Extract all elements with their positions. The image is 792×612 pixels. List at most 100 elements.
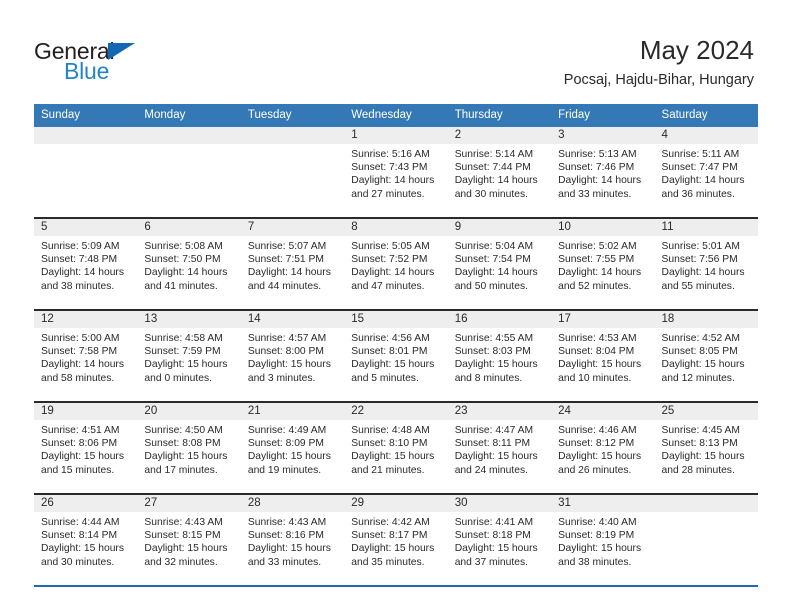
calendar-day-cell[interactable]: 21 Sunrise: 4:49 AM Sunset: 8:09 PM Dayligh… bbox=[240, 402, 345, 495]
calendar-day-cell[interactable]: 5 Sunrise: 5:09 AM Sunset: 7:48 PM Daylight… bbox=[34, 218, 138, 311]
calendar-day-cell[interactable]: 29 Sunrise: 4:42 AM Sunset: 8:17 PM Dayligh… bbox=[344, 494, 448, 587]
day-number: 17 bbox=[551, 311, 655, 328]
day-details: Sunrise: 4:43 AM Sunset: 8:16 PM Daylight:… bbox=[241, 512, 344, 569]
weekday-header-friday: Friday bbox=[551, 104, 655, 127]
daylight-text: Daylight: 15 hours and 38 minutes. bbox=[558, 543, 642, 568]
daylight-text: Daylight: 15 hours and 35 minutes. bbox=[351, 543, 435, 568]
calendar-week-row: 19 Sunrise: 4:51 AM Sunset: 8:06 PM Dayligh… bbox=[34, 402, 758, 495]
day-number: 26 bbox=[34, 495, 138, 512]
daylight-text: Daylight: 15 hours and 30 minutes. bbox=[41, 543, 124, 568]
calendar-day-cell[interactable]: 31 Sunrise: 4:40 AM Sunset: 8:19 PM Dayligh… bbox=[551, 494, 655, 587]
day-details: Sunrise: 4:41 AM Sunset: 8:18 PM Daylight:… bbox=[448, 512, 551, 569]
sunrise-text: Sunrise: 5:16 AM bbox=[351, 149, 430, 160]
calendar-day-cell[interactable]: 3 Sunrise: 5:13 AM Sunset: 7:46 PM Daylight… bbox=[551, 127, 655, 219]
sunset-text: Sunset: 7:51 PM bbox=[247, 254, 324, 266]
sunrise-text: Sunrise: 5:05 AM bbox=[351, 241, 430, 252]
calendar-day-cell[interactable]: 1 Sunrise: 5:16 AM Sunset: 7:43 PM Daylight… bbox=[344, 127, 448, 219]
calendar-day-cell[interactable]: 25 Sunrise: 4:45 AM Sunset: 8:13 PM Dayligh… bbox=[654, 402, 758, 495]
weekday-header-wednesday: Wednesday bbox=[344, 104, 448, 127]
calendar-day-cell[interactable]: 2 Sunrise: 5:14 AM Sunset: 7:44 PM Daylight… bbox=[447, 127, 552, 219]
calendar-day-cell[interactable]: 16 Sunrise: 4:55 AM Sunset: 8:03 PM Dayligh… bbox=[447, 310, 552, 403]
sunrise-text: Sunrise: 4:51 AM bbox=[41, 425, 120, 436]
calendar-day-cell[interactable]: 8 Sunrise: 5:05 AM Sunset: 7:52 PM Daylight… bbox=[344, 218, 448, 311]
calendar-day-cell[interactable]: 6 Sunrise: 5:08 AM Sunset: 7:50 PM Daylight… bbox=[137, 218, 241, 311]
day-number: 25 bbox=[654, 403, 758, 420]
general-blue-logo[interactable]: General Blue bbox=[34, 38, 214, 88]
day-details: Sunrise: 4:51 AM Sunset: 8:06 PM Daylight:… bbox=[34, 420, 137, 477]
day-details: Sunrise: 4:40 AM Sunset: 8:19 PM Daylight:… bbox=[551, 512, 654, 569]
sunrise-text: Sunrise: 4:49 AM bbox=[247, 425, 327, 436]
calendar-day-cell[interactable]: 11 Sunrise: 5:01 AM Sunset: 7:56 PM Dayligh… bbox=[654, 218, 758, 311]
day-number: 16 bbox=[447, 311, 552, 328]
logo-text-blue: Blue bbox=[64, 58, 110, 84]
calendar-day-cell[interactable]: 9 Sunrise: 5:04 AM Sunset: 7:54 PM Daylight… bbox=[447, 218, 552, 311]
sunset-text: Sunset: 8:15 PM bbox=[144, 530, 221, 542]
calendar-day-cell-empty bbox=[654, 494, 758, 587]
day-details: Sunrise: 5:16 AM Sunset: 7:43 PM Daylight:… bbox=[344, 144, 447, 201]
sunrise-text: Sunrise: 4:58 AM bbox=[144, 333, 223, 344]
day-number: 19 bbox=[34, 403, 138, 420]
calendar-day-cell[interactable]: 24 Sunrise: 4:46 AM Sunset: 8:12 PM Dayligh… bbox=[551, 402, 655, 495]
sunrise-text: Sunrise: 5:09 AM bbox=[41, 241, 120, 252]
sunset-text: Sunset: 7:48 PM bbox=[41, 254, 118, 266]
day-details: Sunrise: 5:05 AM Sunset: 7:52 PM Daylight:… bbox=[344, 236, 447, 293]
calendar-week-row: 1 Sunrise: 5:16 AM Sunset: 7:43 PM Daylight… bbox=[34, 127, 758, 219]
sunrise-text: Sunrise: 4:47 AM bbox=[454, 425, 534, 436]
sunset-text: Sunset: 8:19 PM bbox=[558, 530, 635, 542]
page-header: General Blue May 2024 Pocsaj, Hajdu-Biha… bbox=[0, 0, 792, 104]
calendar-day-cell[interactable]: 22 Sunrise: 4:48 AM Sunset: 8:10 PM Dayligh… bbox=[344, 402, 448, 495]
calendar-day-cell[interactable]: 10 Sunrise: 5:02 AM Sunset: 7:55 PM Dayligh… bbox=[551, 218, 655, 311]
calendar-day-cell[interactable]: 19 Sunrise: 4:51 AM Sunset: 8:06 PM Dayligh… bbox=[34, 402, 138, 495]
day-details: Sunrise: 5:07 AM Sunset: 7:51 PM Daylight:… bbox=[241, 236, 344, 293]
calendar-day-cell[interactable]: 28 Sunrise: 4:43 AM Sunset: 8:16 PM Dayligh… bbox=[240, 494, 345, 587]
calendar-day-cell[interactable]: 15 Sunrise: 4:56 AM Sunset: 8:01 PM Dayligh… bbox=[344, 310, 448, 403]
sunset-text: Sunset: 7:59 PM bbox=[144, 346, 221, 358]
weekday-header-thursday: Thursday bbox=[447, 104, 552, 127]
calendar-day-cell[interactable]: 7 Sunrise: 5:07 AM Sunset: 7:51 PM Daylight… bbox=[240, 218, 345, 311]
daylight-text: Daylight: 14 hours and 55 minutes. bbox=[661, 267, 745, 292]
day-details: Sunrise: 4:45 AM Sunset: 8:13 PM Daylight:… bbox=[655, 420, 758, 477]
calendar-day-cell[interactable]: 27 Sunrise: 4:43 AM Sunset: 8:15 PM Dayligh… bbox=[137, 494, 241, 587]
day-details: Sunrise: 4:48 AM Sunset: 8:10 PM Daylight:… bbox=[344, 420, 447, 477]
calendar-day-cell[interactable]: 18 Sunrise: 4:52 AM Sunset: 8:05 PM Dayligh… bbox=[654, 310, 758, 403]
day-details: Sunrise: 4:55 AM Sunset: 8:03 PM Daylight:… bbox=[448, 328, 551, 385]
sunset-text: Sunset: 8:00 PM bbox=[247, 346, 324, 358]
sunset-text: Sunset: 7:50 PM bbox=[144, 254, 221, 266]
sunrise-text: Sunrise: 5:01 AM bbox=[661, 241, 740, 252]
day-details: Sunrise: 4:52 AM Sunset: 8:05 PM Daylight:… bbox=[655, 328, 758, 385]
sunrise-text: Sunrise: 5:04 AM bbox=[454, 241, 534, 252]
day-number: 14 bbox=[240, 311, 345, 328]
day-number: 30 bbox=[447, 495, 552, 512]
day-number: 9 bbox=[447, 219, 552, 236]
day-number: 4 bbox=[654, 127, 758, 144]
weekday-header-sunday: Sunday bbox=[34, 104, 138, 127]
page-title: May 2024 bbox=[639, 35, 754, 65]
calendar-day-cell[interactable]: 4 Sunrise: 5:11 AM Sunset: 7:47 PM Daylight… bbox=[654, 127, 758, 219]
calendar-day-cell[interactable]: 26 Sunrise: 4:44 AM Sunset: 8:14 PM Dayligh… bbox=[34, 494, 138, 587]
weekday-header-monday: Monday bbox=[137, 104, 241, 127]
day-number bbox=[34, 127, 138, 144]
calendar-day-cell[interactable]: 12 Sunrise: 5:00 AM Sunset: 7:58 PM Dayligh… bbox=[34, 310, 138, 403]
calendar-day-cell[interactable]: 14 Sunrise: 4:57 AM Sunset: 8:00 PM Dayligh… bbox=[240, 310, 345, 403]
weekday-header-saturday: Saturday bbox=[654, 104, 758, 127]
calendar-day-cell[interactable]: 13 Sunrise: 4:58 AM Sunset: 7:59 PM Dayligh… bbox=[137, 310, 241, 403]
sunrise-text: Sunrise: 5:14 AM bbox=[454, 149, 534, 160]
day-details: Sunrise: 4:43 AM Sunset: 8:15 PM Daylight:… bbox=[137, 512, 240, 569]
calendar-day-cell[interactable]: 30 Sunrise: 4:41 AM Sunset: 8:18 PM Dayligh… bbox=[447, 494, 552, 587]
sunset-text: Sunset: 7:46 PM bbox=[558, 162, 635, 174]
calendar-body: 1 Sunrise: 5:16 AM Sunset: 7:43 PM Daylight… bbox=[34, 127, 758, 587]
calendar-day-cell[interactable]: 17 Sunrise: 4:53 AM Sunset: 8:04 PM Dayligh… bbox=[551, 310, 655, 403]
calendar-day-cell[interactable]: 20 Sunrise: 4:50 AM Sunset: 8:08 PM Dayligh… bbox=[137, 402, 241, 495]
daylight-text: Daylight: 15 hours and 37 minutes. bbox=[454, 543, 538, 568]
calendar-week-row: 5 Sunrise: 5:09 AM Sunset: 7:48 PM Daylight… bbox=[34, 218, 758, 311]
daylight-text: Daylight: 15 hours and 33 minutes. bbox=[247, 543, 331, 568]
sunrise-text: Sunrise: 4:41 AM bbox=[454, 517, 534, 528]
calendar-day-cell[interactable]: 23 Sunrise: 4:47 AM Sunset: 8:11 PM Dayligh… bbox=[447, 402, 552, 495]
calendar-week-row: 12 Sunrise: 5:00 AM Sunset: 7:58 PM Dayligh… bbox=[34, 310, 758, 403]
sunrise-text: Sunrise: 4:43 AM bbox=[247, 517, 327, 528]
sunset-text: Sunset: 7:55 PM bbox=[558, 254, 635, 266]
daylight-text: Daylight: 15 hours and 26 minutes. bbox=[558, 451, 642, 476]
calendar-page: General Blue May 2024 Pocsaj, Hajdu-Biha… bbox=[0, 0, 792, 612]
sunset-text: Sunset: 7:47 PM bbox=[661, 162, 738, 174]
sunset-text: Sunset: 8:05 PM bbox=[661, 346, 738, 358]
